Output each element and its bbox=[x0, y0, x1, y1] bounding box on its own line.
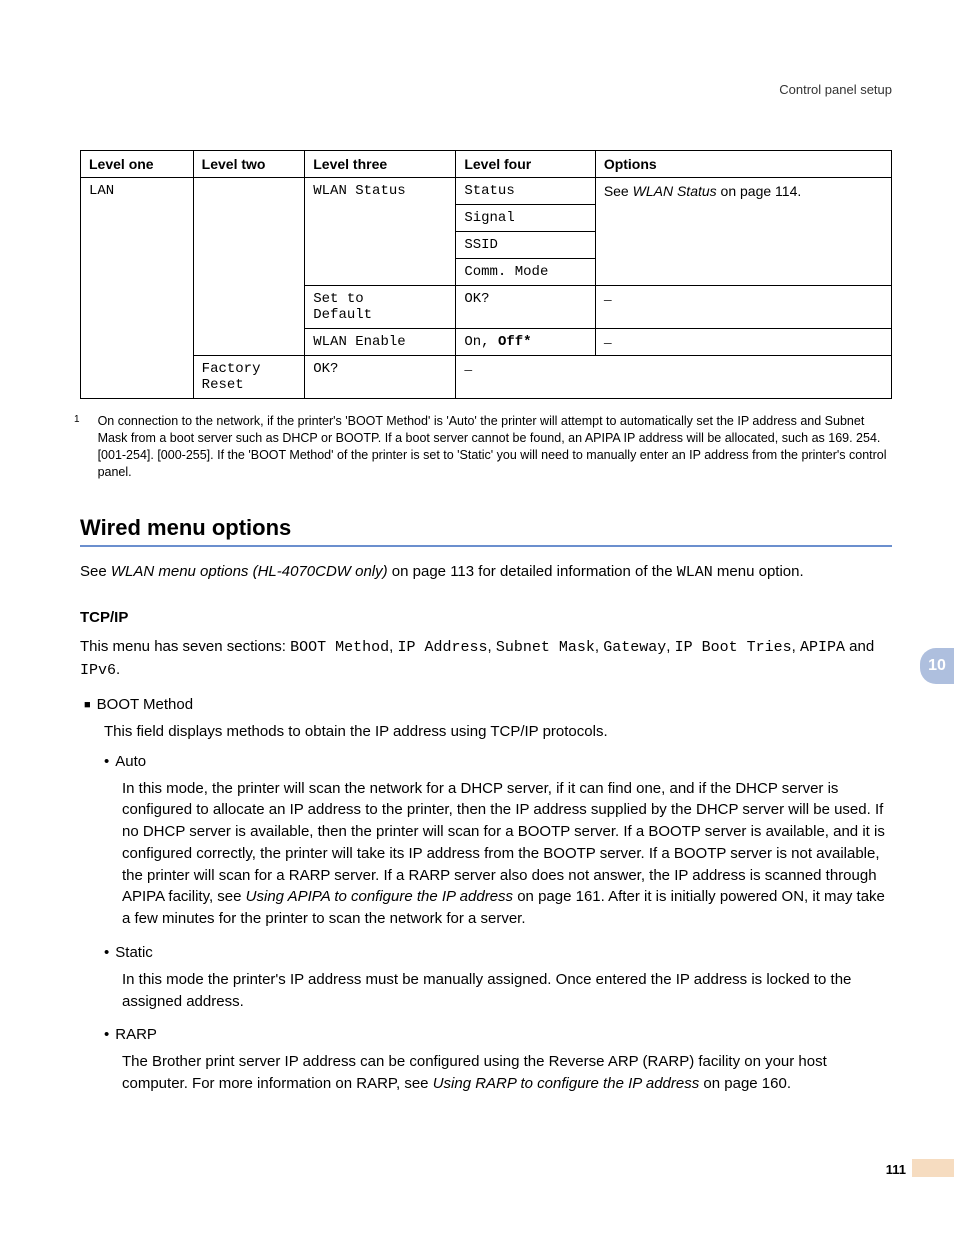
static-item: • Static bbox=[104, 944, 892, 961]
auto-item: • Auto bbox=[104, 753, 892, 770]
tcpip-item-3: Gateway bbox=[603, 639, 666, 656]
th-level-four: Level four bbox=[456, 151, 595, 178]
footnote: 1 On connection to the network, if the p… bbox=[80, 413, 892, 481]
auto-label: Auto bbox=[115, 753, 146, 770]
bullet-icon: • bbox=[104, 753, 109, 770]
bullet-icon: • bbox=[104, 944, 109, 961]
cell-set-to-default: Set to Default bbox=[305, 286, 456, 329]
sep2: , bbox=[595, 638, 603, 655]
cell-ssid: SSID bbox=[456, 232, 595, 259]
sep4: , bbox=[792, 638, 800, 655]
cell-on-off: On, Off* bbox=[456, 329, 595, 356]
intro-paragraph: See WLAN menu options (HL-4070CDW only) … bbox=[80, 561, 892, 584]
period: . bbox=[116, 661, 120, 678]
cell-ok1: OK? bbox=[456, 286, 595, 329]
section-title: Wired menu options bbox=[80, 515, 892, 547]
th-level-two: Level two bbox=[193, 151, 305, 178]
table-row: Factory Reset OK? – bbox=[81, 356, 892, 399]
tcpip-item-4: IP Boot Tries bbox=[675, 639, 792, 656]
page-header-section: Control panel setup bbox=[779, 82, 892, 97]
on-val: On bbox=[464, 334, 481, 350]
table-row: LAN WLAN Status Status See WLAN Status o… bbox=[81, 178, 892, 205]
cell-signal: Signal bbox=[456, 205, 595, 232]
cell-empty bbox=[193, 178, 305, 356]
static-body: In this mode the printer's IP address mu… bbox=[122, 969, 892, 1013]
th-level-one: Level one bbox=[81, 151, 194, 178]
set-to: Set to bbox=[313, 291, 363, 307]
square-bullet-icon: ■ bbox=[84, 699, 91, 711]
intro-mid: on page 113 for detailed information of … bbox=[388, 563, 677, 580]
cell-dash2: – bbox=[595, 329, 891, 356]
footnote-marker: 1 bbox=[74, 413, 80, 481]
boot-method-item: ■ BOOT Method bbox=[84, 696, 892, 713]
sep: , bbox=[481, 334, 498, 350]
reset: Reset bbox=[202, 377, 244, 393]
cell-wlan-enable: WLAN Enable bbox=[305, 329, 456, 356]
tcpip-item-1: IP Address bbox=[397, 639, 487, 656]
cell-options-see: See WLAN Status on page 114. bbox=[595, 178, 891, 286]
opt-prefix: See bbox=[604, 183, 633, 199]
cell-factory-reset: Factory Reset bbox=[193, 356, 305, 399]
intro-link[interactable]: WLAN menu options (HL-4070CDW only) bbox=[111, 563, 388, 580]
sep1: , bbox=[488, 638, 496, 655]
menu-table: Level one Level two Level three Level fo… bbox=[80, 150, 892, 399]
opt-suffix: on page 114. bbox=[717, 183, 802, 199]
cell-lan: LAN bbox=[81, 178, 194, 399]
rarp-item: • RARP bbox=[104, 1026, 892, 1043]
footnote-text: On connection to the network, if the pri… bbox=[98, 413, 892, 481]
page-number-bar bbox=[912, 1159, 954, 1177]
page-number: 111 bbox=[886, 1162, 906, 1177]
cell-dash1: – bbox=[595, 286, 891, 329]
rarp-body: The Brother print server IP address can … bbox=[122, 1051, 892, 1095]
cell-wlan-status: WLAN Status bbox=[305, 178, 456, 286]
th-level-three: Level three bbox=[305, 151, 456, 178]
sep3: , bbox=[666, 638, 674, 655]
and: and bbox=[845, 638, 874, 655]
th-options: Options bbox=[595, 151, 891, 178]
tcpip-heading: TCP/IP bbox=[80, 609, 892, 626]
rarp-label: RARP bbox=[115, 1026, 157, 1043]
cell-ok2: OK? bbox=[305, 356, 456, 399]
tcpip-item-0: BOOT Method bbox=[290, 639, 389, 656]
tcpip-item-5: APIPA bbox=[800, 639, 845, 656]
intro-suffix: menu option. bbox=[713, 563, 804, 580]
boot-method-title: BOOT Method bbox=[97, 696, 193, 713]
cell-status: Status bbox=[456, 178, 595, 205]
tcpip-lead: This menu has seven sections: BOOT Metho… bbox=[80, 636, 892, 682]
cell-comm-mode: Comm. Mode bbox=[456, 259, 595, 286]
bullet-icon: • bbox=[104, 1026, 109, 1043]
off-val: Off* bbox=[498, 334, 532, 350]
auto-body-a: In this mode, the printer will scan the … bbox=[122, 780, 885, 906]
intro-code: WLAN bbox=[677, 564, 713, 581]
factory: Factory bbox=[202, 361, 261, 377]
intro-prefix: See bbox=[80, 563, 111, 580]
rarp-link[interactable]: Using RARP to configure the IP address bbox=[433, 1075, 700, 1092]
chapter-tab: 10 bbox=[920, 648, 954, 684]
auto-link[interactable]: Using APIPA to configure the IP address bbox=[246, 888, 513, 905]
opt-link[interactable]: WLAN Status bbox=[633, 183, 717, 199]
tcpip-lead-prefix: This menu has seven sections: bbox=[80, 638, 290, 655]
tcpip-item-6: IPv6 bbox=[80, 662, 116, 679]
default: Default bbox=[313, 307, 372, 323]
auto-body: In this mode, the printer will scan the … bbox=[122, 778, 892, 930]
cell-dash3: – bbox=[456, 356, 892, 399]
rarp-body-b: on page 160. bbox=[699, 1075, 791, 1092]
static-label: Static bbox=[115, 944, 153, 961]
boot-method-desc: This field displays methods to obtain th… bbox=[104, 721, 892, 743]
tcpip-item-2: Subnet Mask bbox=[496, 639, 595, 656]
